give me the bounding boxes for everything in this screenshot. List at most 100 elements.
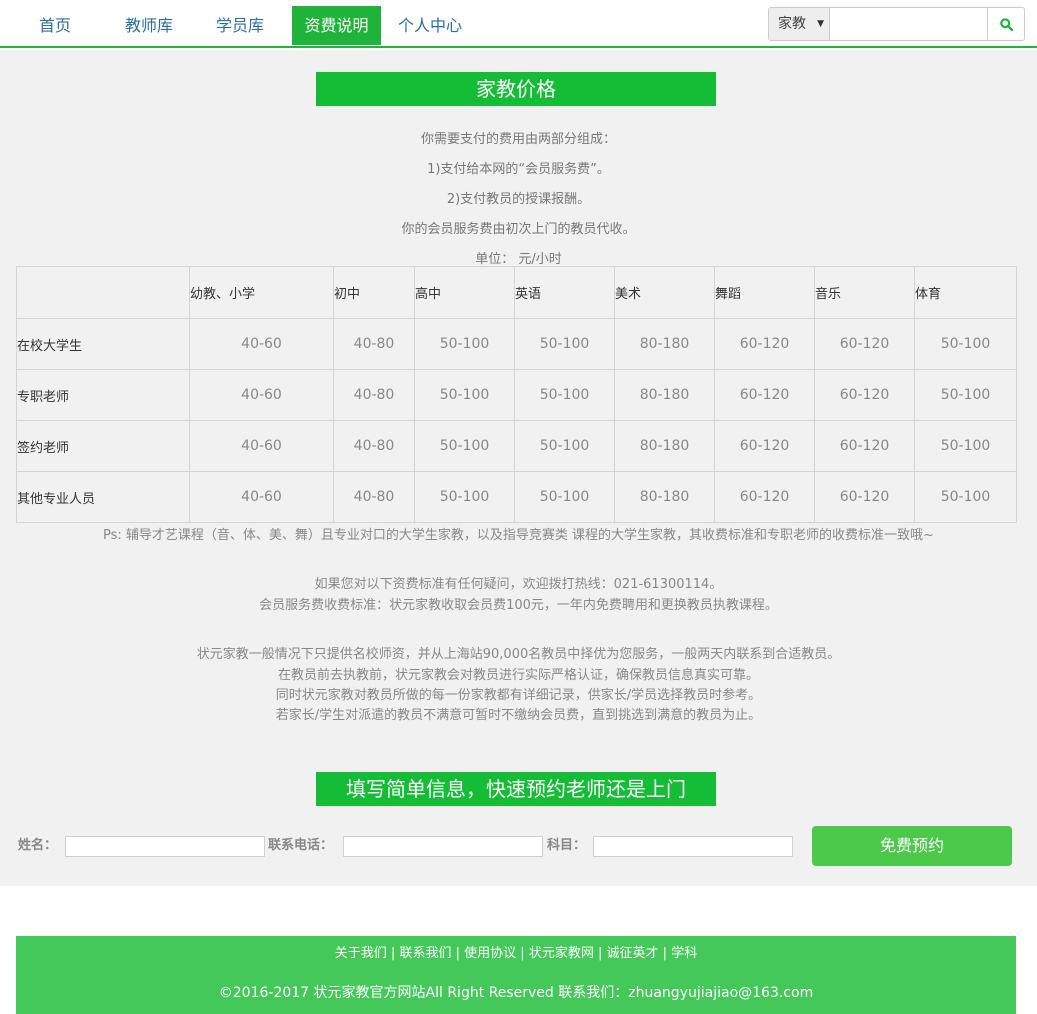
table-cell: 50-100 <box>514 420 615 472</box>
table-cell: 60-120 <box>714 471 815 523</box>
intro-line: 你的会员服务费由初次上门的教员代收。 <box>401 222 636 237</box>
ps-note: Ps: 辅导才艺课程（音、体、美、舞）且专业对口的大学生家教，以及指导竞赛类 课… <box>103 528 934 543</box>
service-note: 若家长/学生对派遣的教员不满意可暂时不缴纳会员费，直到挑选到满意的教员为止。 <box>275 708 762 723</box>
table-header-cell: 英语 <box>514 266 615 319</box>
table-header-cell: 体育 <box>914 266 1017 319</box>
footer-separator: | <box>662 946 668 961</box>
table-cell: 50-100 <box>514 471 615 523</box>
footer-separator: | <box>455 946 460 961</box>
table-cell: 60-120 <box>814 318 915 370</box>
row-label: 其他专业人员 <box>16 471 190 523</box>
search-bar: 家教 ▼ <box>768 7 1025 41</box>
table-cell: 50-100 <box>914 420 1017 472</box>
table-cell: 50-100 <box>414 420 515 472</box>
phone-input[interactable] <box>343 836 543 857</box>
contact-note: 如果您对以下资费标准有任何疑问，欢迎拨打热线：021-61300114。 <box>314 577 723 592</box>
search-category-value: 家教 <box>778 16 806 32</box>
footer-copyright: ©2016-2017 状元家教官方网站All Right Reserved 联系… <box>218 985 814 1001</box>
table-cell: 40-60 <box>189 420 334 472</box>
service-note: 在教员前去执教前，状元家教会对教员进行实际严格认证，确保教员信息真实可靠。 <box>277 668 759 683</box>
table-cell: 40-60 <box>189 471 334 523</box>
table-row: 其他专业人员 40-60 40-80 50-100 50-100 80-180 … <box>16 471 1017 523</box>
table-cell: 40-80 <box>333 420 415 472</box>
search-button[interactable] <box>987 8 1024 40</box>
table-cell: 50-100 <box>914 369 1017 421</box>
table-header-cell: 舞蹈 <box>714 266 815 319</box>
main-nav: 首页 教师库 学员库 资费说明 个人中心 <box>0 6 479 46</box>
service-note: 同时状元家教对教员所做的每一份家教都有详细记录，供家长/学员选择教员时参考。 <box>275 688 762 703</box>
table-header-cell <box>16 266 190 319</box>
footer-links: 关于我们 | 联系我们 | 使用协议 | 状元家教网 | 诚征英才 | 学科 <box>16 942 1016 961</box>
nav-item-student-library[interactable]: 学员库 <box>188 6 292 45</box>
table-cell: 40-80 <box>333 471 415 523</box>
table-header-cell: 高中 <box>414 266 515 319</box>
name-input[interactable] <box>65 836 265 857</box>
search-input[interactable] <box>830 8 987 40</box>
intro-line: 1)支付给本网的“会员服务费”。 <box>427 162 610 177</box>
table-cell: 60-120 <box>714 369 815 421</box>
table-cell: 40-60 <box>189 369 334 421</box>
nav-item-teacher-library[interactable]: 教师库 <box>110 6 188 45</box>
caret-down-icon: ▼ <box>817 19 824 29</box>
nav-item-home[interactable]: 首页 <box>0 6 110 45</box>
intro-line: 你需要支付的费用由两部分组成： <box>420 132 616 147</box>
table-cell: 50-100 <box>514 318 615 370</box>
table-header-cell: 幼教、小学 <box>189 266 334 319</box>
search-icon <box>999 17 1013 31</box>
table-row: 签约老师 40-60 40-80 50-100 50-100 80-180 60… <box>16 420 1017 472</box>
footer-separator: | <box>597 946 603 961</box>
nav-item-personal-center[interactable]: 个人中心 <box>381 6 479 45</box>
subject-input[interactable] <box>593 836 793 857</box>
footer-link-about[interactable]: 关于我们 <box>335 946 387 961</box>
table-header-cell: 初中 <box>333 266 415 319</box>
table-cell: 50-100 <box>414 318 515 370</box>
table-cell: 50-100 <box>914 318 1017 370</box>
table-row: 专职老师 40-60 40-80 50-100 50-100 80-180 60… <box>16 369 1017 421</box>
price-table-header: 幼教、小学 初中 高中 英语 美术 舞蹈 音乐 体育 <box>16 266 1017 319</box>
intro-line: 2)支付教员的授课报酬。 <box>446 192 591 207</box>
table-cell: 50-100 <box>414 471 515 523</box>
table-cell: 60-120 <box>714 420 815 472</box>
table-cell: 40-60 <box>189 318 334 370</box>
footer-separator: | <box>390 946 396 961</box>
price-table: 幼教、小学 初中 高中 英语 美术 舞蹈 音乐 体育 在校大学生 40-60 4… <box>16 266 1017 523</box>
main-content: 家教价格 你需要支付的费用由两部分组成： 1)支付给本网的“会员服务费”。 2)… <box>0 50 1037 886</box>
free-booking-button[interactable]: 免费预约 <box>812 826 1012 866</box>
table-header-cell: 音乐 <box>814 266 915 319</box>
table-cell: 80-180 <box>614 471 715 523</box>
service-note: 状元家教一般情况下只提供名校师资，并从上海站90,000名教员中择优为您服务，一… <box>196 647 841 662</box>
footer-separator: | <box>520 946 525 961</box>
unit-label: 单位： 元/小时 <box>475 252 562 267</box>
table-header-cell: 美术 <box>614 266 715 319</box>
table-cell: 40-80 <box>333 318 415 370</box>
table-cell: 60-120 <box>814 369 915 421</box>
table-cell: 80-180 <box>614 369 715 421</box>
table-cell: 60-120 <box>814 471 915 523</box>
phone-label: 联系电话： <box>268 838 334 853</box>
subject-label: 科目： <box>547 838 587 853</box>
table-cell: 60-120 <box>814 420 915 472</box>
footer-link-contact[interactable]: 联系我们 <box>399 946 451 961</box>
row-label: 签约老师 <box>16 420 190 472</box>
table-cell: 60-120 <box>714 318 815 370</box>
row-label: 在校大学生 <box>16 318 190 370</box>
pricing-title: 家教价格 <box>316 72 716 106</box>
membership-fee-note: 会员服务费收费标准：状元家教收取会员费100元，一年内免费聘用和更换教员执教课程… <box>259 598 778 613</box>
table-cell: 80-180 <box>614 318 715 370</box>
footer-link-site[interactable]: 状元家教网 <box>529 946 594 961</box>
footer-link-terms[interactable]: 使用协议 <box>464 946 516 961</box>
footer-link-subjects[interactable]: 学科 <box>671 946 697 961</box>
top-navbar: 首页 教师库 学员库 资费说明 个人中心 家教 ▼ <box>0 0 1037 48</box>
search-category-select[interactable]: 家教 ▼ <box>769 8 830 40</box>
table-cell: 50-100 <box>514 369 615 421</box>
footer: 关于我们 | 联系我们 | 使用协议 | 状元家教网 | 诚征英才 | 学科 ©… <box>16 936 1016 1014</box>
table-cell: 40-80 <box>333 369 415 421</box>
row-label: 专职老师 <box>16 369 190 421</box>
table-cell: 80-180 <box>614 420 715 472</box>
table-cell: 50-100 <box>414 369 515 421</box>
footer-link-careers[interactable]: 诚征英才 <box>607 946 659 961</box>
nav-item-fees[interactable]: 资费说明 <box>292 6 381 45</box>
table-cell: 50-100 <box>914 471 1017 523</box>
booking-title: 填写简单信息，快速预约老师还是上门 <box>316 772 716 806</box>
table-row: 在校大学生 40-60 40-80 50-100 50-100 80-180 6… <box>16 318 1017 370</box>
